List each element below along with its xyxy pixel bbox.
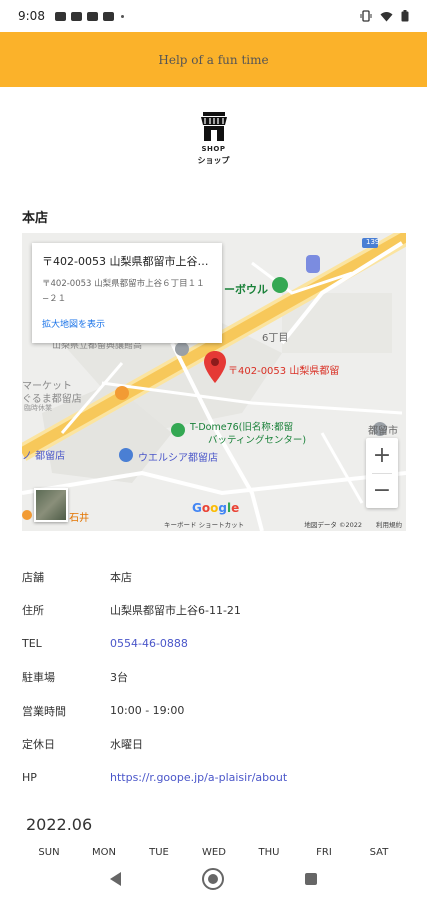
- terms-link[interactable]: 利用規約: [376, 519, 402, 529]
- weekday-label: SUN: [38, 847, 60, 858]
- info-label: HP: [22, 771, 37, 785]
- info-row-closed: 定休日 水曜日: [22, 728, 412, 762]
- map-attribution: 地図データ ©2022 利用規約: [304, 519, 402, 529]
- weekday-label: MON: [92, 847, 116, 858]
- info-value: 3台: [110, 671, 128, 685]
- info-label: TEL: [22, 637, 42, 651]
- info-row-hours: 営業時間 10:00 - 19:00: [22, 694, 412, 728]
- app-header: Help of a fun time: [0, 32, 427, 87]
- marker-label: 〒402-0053 山梨県都留: [228, 366, 340, 377]
- weekday-label: TUE: [149, 847, 169, 858]
- app-title: Help of a fun time: [158, 52, 269, 67]
- shop-label-jp: ショップ: [197, 156, 230, 165]
- shop-icon: [200, 112, 227, 141]
- map-data-label: 地図データ ©2022: [304, 521, 362, 529]
- satellite-toggle-button[interactable]: [34, 488, 68, 522]
- map-card-title: 〒402-0053 山梨県都留市上谷…: [42, 255, 209, 268]
- section-title: 本店: [22, 211, 49, 226]
- zoom-out-button[interactable]: −: [366, 473, 398, 508]
- view-larger-map-link[interactable]: 拡大地図を表示: [42, 317, 212, 330]
- map-label-tsuru-shop: ノ 都留店: [22, 451, 66, 462]
- map-label-chome: 6丁目: [262, 333, 289, 344]
- location-marker-icon[interactable]: [204, 351, 226, 383]
- map-info-card: 〒402-0053 山梨県都留市上谷… 〒402-0053 山梨県都留市上谷６丁…: [32, 243, 222, 343]
- map-card-address: 〒402-0053 山梨県都留市上谷６丁目１１−２１: [42, 279, 205, 304]
- calendar-month: 2022.06: [26, 815, 93, 834]
- vibrate-icon: [360, 10, 372, 22]
- info-row-address: 住所 山梨県都留市上谷6-11-21: [22, 594, 412, 628]
- info-row-store: 店舗 本店: [22, 560, 412, 594]
- info-row-tel: TEL 0554-46-0888: [22, 627, 412, 661]
- info-label: 駐車場: [22, 671, 55, 685]
- weekday-label: WED: [202, 847, 226, 858]
- shop-label-en: SHOP: [201, 145, 226, 153]
- info-label: 定休日: [22, 738, 55, 752]
- recent-apps-icon[interactable]: [304, 873, 317, 885]
- status-time: 9:08: [18, 9, 45, 23]
- phone-link[interactable]: 0554-46-0888: [110, 637, 188, 650]
- facebook-icon: [54, 11, 66, 21]
- wifi-icon: [380, 11, 393, 21]
- info-value: 本店: [110, 570, 132, 584]
- map-embed[interactable]: 〒402-0053 山梨県都留 ーボウル 6丁目 山梨県立都留興讓館高 マーケッ…: [22, 233, 406, 531]
- info-row-hp: HP https://r.goope.jp/a-plaisir/about: [22, 761, 412, 795]
- map-label-tdome: T-Dome76(旧名称:都留: [190, 422, 294, 433]
- map-label-bowl: ーボウル: [224, 283, 268, 296]
- zoom-in-button[interactable]: +: [366, 438, 398, 473]
- keyboard-shortcuts-link[interactable]: キーボード ショートカット: [164, 519, 244, 529]
- map-label-welcia: ウエルシア都留店: [138, 453, 218, 464]
- info-value: 10:00 - 19:00: [110, 704, 185, 718]
- system-icons: [360, 10, 409, 22]
- map-label-tsuru-city: 都留市: [368, 426, 398, 437]
- home-icon-inner: [207, 874, 218, 884]
- youtube-icon: [70, 11, 82, 21]
- zoom-control: + −: [366, 438, 398, 508]
- status-bar: 9:08: [0, 0, 427, 32]
- map-label-batting: バッティングセンター): [208, 435, 307, 446]
- shop-logo[interactable]: SHOP ショップ: [0, 112, 427, 166]
- shop-info-table: 店舗 本店 住所 山梨県都留市上谷6-11-21 TEL 0554-46-088…: [22, 560, 412, 795]
- weekday-label: THU: [258, 847, 280, 858]
- map-label-closed: 臨時休業: [24, 404, 52, 412]
- google-logo: Google: [192, 501, 240, 515]
- info-value: 山梨県都留市上谷6-11-21: [110, 604, 241, 618]
- homepage-link[interactable]: https://r.goope.jp/a-plaisir/about: [110, 771, 287, 784]
- system-nav-bar: [0, 858, 427, 900]
- info-label: 住所: [22, 604, 44, 618]
- notification-icons: [54, 11, 124, 21]
- weekday-label: FRI: [316, 847, 332, 858]
- calendar-weekdays: SUN MON TUE WED THU FRI SAT: [22, 847, 406, 858]
- info-label: 営業時間: [22, 704, 66, 718]
- more-notifications-icon: [120, 14, 124, 18]
- info-row-parking: 駐車場 3台: [22, 661, 412, 695]
- battery-icon: [401, 10, 409, 22]
- youtube-icon: [102, 11, 114, 21]
- map-label-route: 139: [366, 238, 380, 246]
- zoom-divider: [372, 473, 392, 474]
- info-value: 水曜日: [110, 738, 143, 752]
- youtube-icon: [86, 11, 98, 21]
- weekday-label: SAT: [369, 847, 389, 858]
- home-icon[interactable]: [201, 868, 224, 890]
- back-icon[interactable]: [110, 872, 122, 886]
- info-label: 店舗: [22, 570, 44, 584]
